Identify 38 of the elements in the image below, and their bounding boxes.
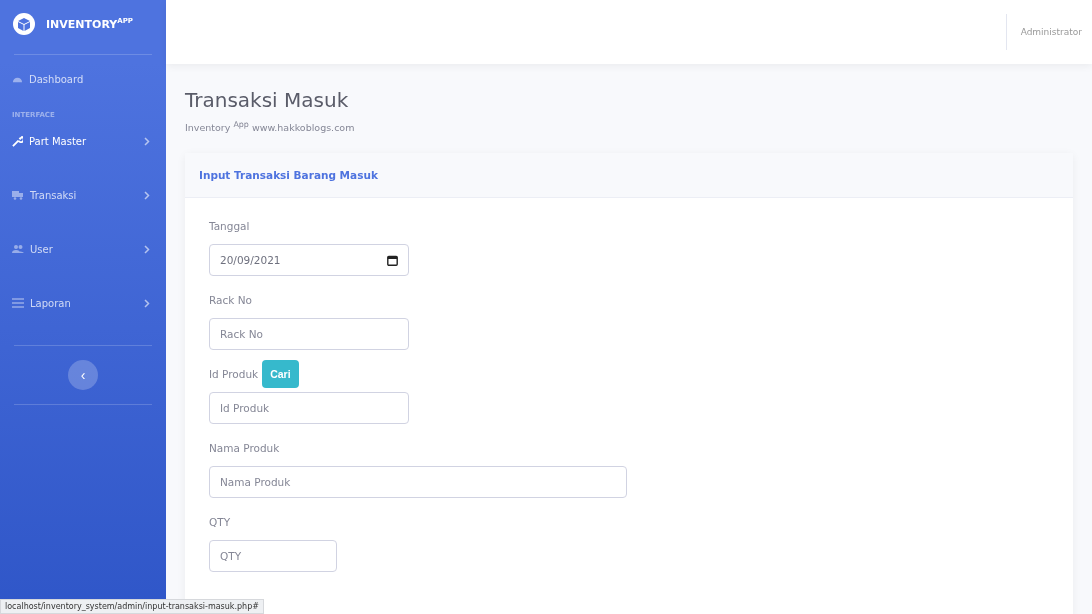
brand-name: INVENTORY$^{APP}$ <box>46 17 133 31</box>
input-field[interactable]: Id Produk <box>209 392 409 425</box>
sidebar-item[interactable]: Part Master <box>10 123 156 159</box>
field-label: Nama Produk <box>209 442 280 455</box>
date-field[interactable]: 20/09/2021 <box>209 244 409 277</box>
sidebar-item-label: Transaksi <box>30 189 78 201</box>
field-label: Tanggal <box>209 220 250 233</box>
users-icon <box>12 244 24 254</box>
box-logo-icon <box>12 12 36 36</box>
sidebar-item[interactable]: User <box>10 231 156 267</box>
field-label: Rack No <box>209 294 252 307</box>
sidebar-item[interactable]: Dashboard <box>10 61 156 97</box>
status-bar-url: localhost/inventory_system/admin/input-transaksi-masuk.php# <box>0 599 264 614</box>
sidebar-item[interactable]: Laporan <box>10 285 156 321</box>
truck-icon <box>12 190 24 200</box>
chevron-right-icon <box>144 244 150 254</box>
sidebar-item-label: Dashboard <box>29 73 85 85</box>
page-subtitle: Inventory $^{App}$ www.hakkoblogs.com <box>185 120 356 134</box>
card-title: Input Transaksi Barang Masuk <box>199 169 378 182</box>
list-icon <box>12 298 24 308</box>
field-label: Id Produk <box>209 368 259 381</box>
input-field[interactable]: Rack No <box>209 318 409 351</box>
calendar-icon <box>387 254 398 266</box>
input-field[interactable]: Nama Produk <box>209 466 627 499</box>
page-title: Transaksi Masuk <box>185 88 350 112</box>
chevron-right-icon <box>144 136 150 146</box>
input-field[interactable]: QTY <box>209 540 337 573</box>
sidebar-toggle-button[interactable]: ‹ <box>68 360 98 390</box>
wrench-icon <box>12 135 23 147</box>
sidebar-item-label: Part Master <box>29 135 88 147</box>
field-label: QTY <box>209 516 231 529</box>
chevron-right-icon <box>144 190 150 200</box>
user-name[interactable]: Administrator <box>1020 27 1082 37</box>
sidebar-item-label: Laporan <box>30 297 72 309</box>
sidebar-item[interactable]: Transaksi <box>10 177 156 213</box>
chevron-right-icon <box>144 298 150 308</box>
search-button[interactable]: Cari <box>262 360 299 389</box>
sidebar-item-label: User <box>30 243 54 255</box>
